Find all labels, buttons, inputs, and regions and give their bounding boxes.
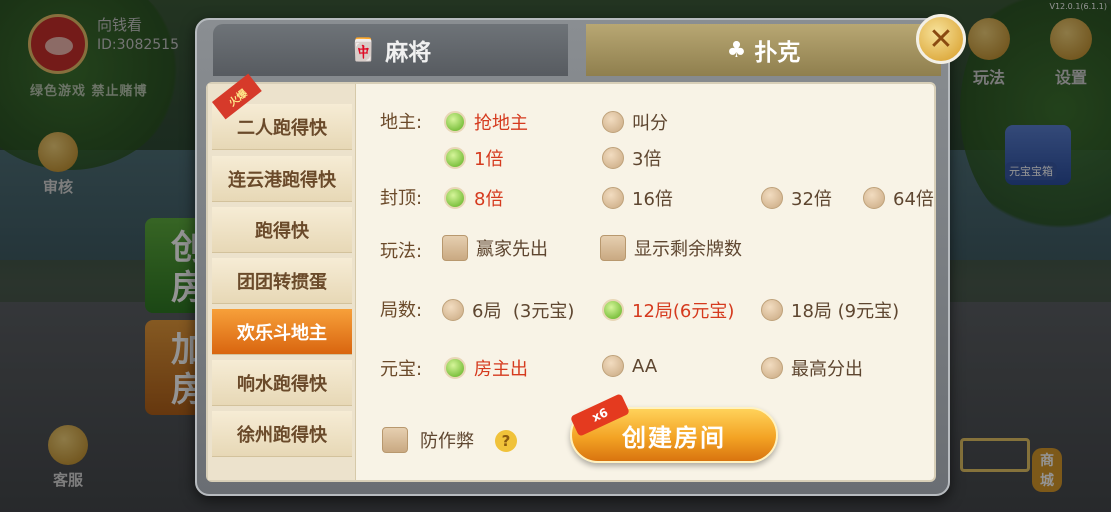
rounds-label: 局数: bbox=[380, 300, 423, 321]
game-list: 二人跑得快 连云港跑得快 跑得快 团团转掼蛋 欢乐斗地主 响水跑得快 徐州跑得快… bbox=[208, 73, 356, 480]
tab-mahjong[interactable]: 🀄 麻将 bbox=[213, 24, 568, 76]
close-icon: ✕ bbox=[928, 21, 954, 57]
multiplier-3x-radio[interactable]: 3倍 bbox=[602, 145, 661, 171]
cap-16x-radio[interactable]: 16倍 bbox=[602, 185, 673, 211]
cap-8x-radio[interactable]: 8倍 bbox=[444, 185, 503, 211]
call-score-radio[interactable]: 叫分 bbox=[602, 109, 668, 135]
rounds-6-radio[interactable]: 6局 (3元宝) bbox=[442, 297, 574, 323]
rounds-18-radio[interactable]: 18局 (9元宝) bbox=[761, 297, 899, 323]
top-score-pays-radio[interactable]: 最高分出 bbox=[761, 355, 863, 381]
help-icon[interactable]: ? bbox=[495, 430, 517, 452]
aa-radio[interactable]: AA bbox=[602, 355, 657, 377]
show-remaining-checkbox[interactable]: 显示剩余牌数 bbox=[600, 235, 742, 261]
anti-cheat-checkbox[interactable]: 防作弊 bbox=[382, 427, 474, 453]
winner-first-checkbox[interactable]: 赢家先出 bbox=[442, 235, 548, 261]
game-item-guandan[interactable]: 团团转掼蛋 bbox=[212, 258, 352, 304]
cap-label: 封顶: bbox=[380, 188, 423, 209]
cap-64x-radio[interactable]: 64倍 bbox=[863, 185, 934, 211]
game-type-tabs: 🀄 麻将 ♣ 扑克 bbox=[213, 24, 941, 80]
game-item-paodekuai[interactable]: 跑得快 bbox=[212, 207, 352, 253]
rounds-12-radio[interactable]: 12局(6元宝) bbox=[602, 297, 734, 323]
game-item-xiangshui[interactable]: 响水跑得快 bbox=[212, 360, 352, 406]
club-icon: ♣ bbox=[726, 37, 747, 63]
mahjong-icon: 🀄 bbox=[349, 37, 378, 63]
close-button[interactable]: ✕ bbox=[916, 14, 966, 64]
landlord-label: 地主: bbox=[380, 112, 423, 133]
host-pays-radio[interactable]: 房主出 bbox=[444, 355, 528, 381]
coins-label: 元宝: bbox=[380, 359, 423, 380]
rob-landlord-radio[interactable]: 抢地主 bbox=[444, 109, 528, 135]
cap-32x-radio[interactable]: 32倍 bbox=[761, 185, 832, 211]
game-item-doudizhu[interactable]: 欢乐斗地主 bbox=[212, 309, 352, 355]
multiplier-1x-radio[interactable]: 1倍 bbox=[444, 145, 503, 171]
play-label: 玩法: bbox=[380, 241, 423, 262]
game-item-lianyungang[interactable]: 连云港跑得快 bbox=[212, 156, 352, 202]
options-panel: 二人跑得快 连云港跑得快 跑得快 团团转掼蛋 欢乐斗地主 响水跑得快 徐州跑得快… bbox=[206, 73, 936, 482]
game-item-xuzhou[interactable]: 徐州跑得快 bbox=[212, 411, 352, 457]
tab-poker[interactable]: ♣ 扑克 bbox=[586, 24, 941, 76]
